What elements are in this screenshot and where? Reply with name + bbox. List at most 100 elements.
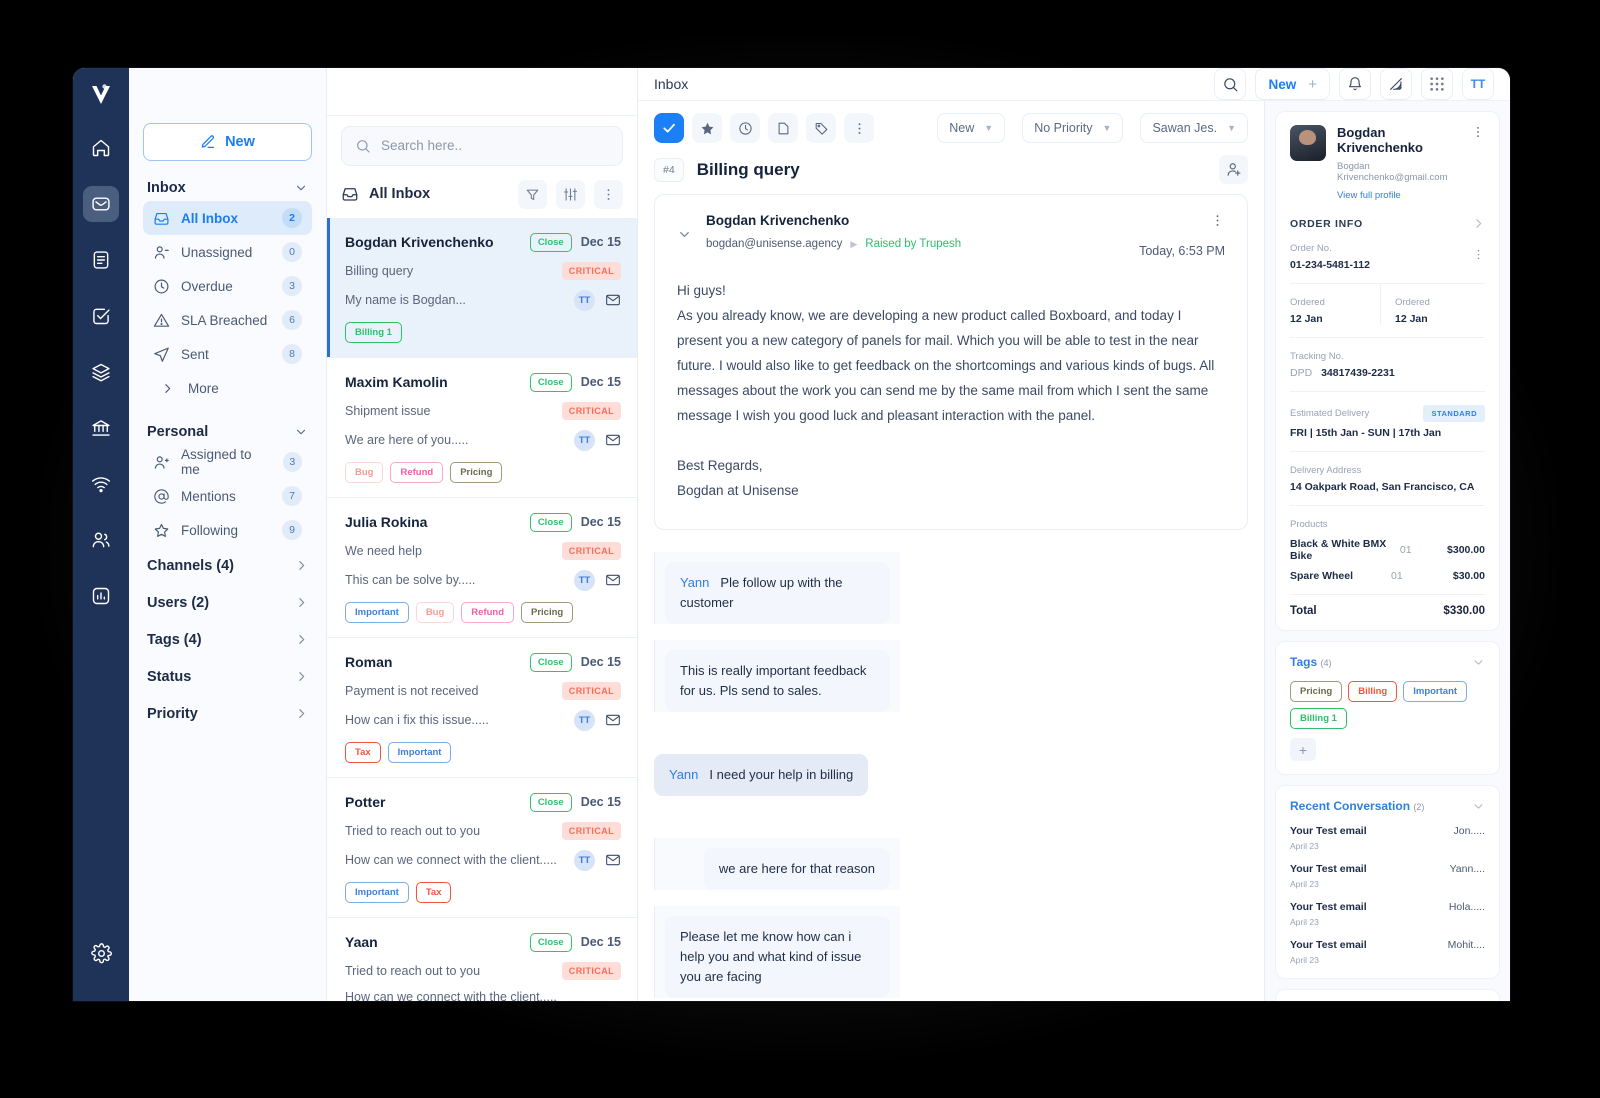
- sidebar-group-inbox-label: Inbox: [147, 180, 186, 196]
- rail-item-layers[interactable]: [83, 354, 119, 390]
- tag[interactable]: Pricing: [1290, 681, 1343, 702]
- rail-item-tasks[interactable]: [83, 298, 119, 334]
- star-button[interactable]: [692, 113, 722, 143]
- conversation-item-4[interactable]: Potter Close Dec 15 Tried to reach out t…: [327, 778, 637, 918]
- search-input[interactable]: [381, 138, 609, 154]
- tag[interactable]: Bug: [345, 461, 384, 483]
- sidebar-section-users[interactable]: Users (2): [143, 584, 312, 621]
- tag[interactable]: Billing 1: [1290, 708, 1347, 729]
- header-avatar[interactable]: TT: [1462, 68, 1494, 100]
- status-badge[interactable]: Close: [529, 512, 572, 532]
- details-panel[interactable]: Bogdan Krivenchenko Bogdan Krivenchenko@…: [1264, 101, 1510, 1001]
- tag[interactable]: Pricing: [521, 601, 574, 623]
- snooze-button[interactable]: [730, 113, 760, 143]
- conversation-item-0[interactable]: Bogdan Krivenchenko Close Dec 15 Billing…: [327, 217, 637, 358]
- header-notifications-button[interactable]: [1339, 68, 1371, 100]
- sidebar-item-following[interactable]: Following 9: [143, 513, 312, 547]
- assignee-dropdown[interactable]: Sawan Jes. ▼: [1140, 113, 1248, 143]
- sort-button[interactable]: [556, 179, 585, 209]
- conversation-items: Bogdan Krivenchenko Close Dec 15 Billing…: [327, 217, 637, 1001]
- assign-user-button[interactable]: [1219, 155, 1248, 184]
- sidebar-item-sent[interactable]: Sent 8: [143, 337, 312, 371]
- search-box[interactable]: [341, 125, 623, 166]
- tags-header[interactable]: Tags (4): [1290, 655, 1485, 669]
- status-badge[interactable]: Close: [529, 232, 572, 252]
- conversation-preview: We are here of you.....: [345, 433, 469, 448]
- rail-item-analytics[interactable]: [83, 578, 119, 614]
- recent-item[interactable]: Your Test email April 23 Yann....: [1290, 863, 1485, 889]
- header-apps-button[interactable]: [1421, 68, 1453, 100]
- list-more-button[interactable]: [594, 179, 623, 209]
- rail-item-bank[interactable]: [83, 410, 119, 446]
- status-dropdown[interactable]: New ▼: [937, 113, 1006, 143]
- sidebar-item-all-inbox[interactable]: All Inbox 2: [143, 201, 312, 235]
- view-full-profile-link[interactable]: View full profile: [1337, 190, 1460, 201]
- order-info-header[interactable]: ORDER INFO: [1290, 217, 1485, 230]
- sidebar-group-personal[interactable]: Personal: [143, 424, 312, 440]
- mail-icon: [605, 572, 621, 588]
- tag[interactable]: Pricing: [450, 461, 503, 483]
- status-badge[interactable]: Close: [529, 932, 572, 952]
- order-more-button[interactable]: [1472, 230, 1485, 261]
- rail-item-wifi[interactable]: [83, 466, 119, 502]
- sidebar-item-sla-breached[interactable]: SLA Breached 6: [143, 303, 312, 337]
- sidebar-group-inbox[interactable]: Inbox: [143, 180, 312, 196]
- header-new-button[interactable]: New +: [1255, 68, 1330, 100]
- tag[interactable]: Important: [345, 601, 409, 623]
- status-badge[interactable]: Close: [529, 652, 572, 672]
- sidebar-section-priority[interactable]: Priority: [143, 695, 312, 732]
- mail-raised-by: Raised by Trupesh: [865, 238, 962, 250]
- add-tag-button[interactable]: +: [1290, 738, 1316, 761]
- sidebar-section-channels[interactable]: Channels (4): [143, 547, 312, 584]
- chevron-down-icon[interactable]: [677, 213, 692, 242]
- tag[interactable]: Important: [1403, 681, 1468, 702]
- mail-more-button[interactable]: [1210, 213, 1225, 228]
- priority-dropdown[interactable]: No Priority ▼: [1022, 113, 1124, 143]
- thread-scroll-area[interactable]: Bogdan Krivenchenko bogdan@unisense.agen…: [638, 194, 1264, 1001]
- list-title-group[interactable]: All Inbox: [341, 185, 509, 203]
- tag[interactable]: Important: [345, 881, 409, 903]
- recent-conversation-header[interactable]: Recent Conversation (2): [1290, 799, 1485, 813]
- tag[interactable]: Bug: [415, 601, 455, 623]
- sidebar-item-mentions[interactable]: Mentions 7: [143, 479, 312, 513]
- sidebar-item-assigned-to-me[interactable]: Assigned to me 3: [143, 445, 312, 479]
- header-search-button[interactable]: [1214, 68, 1247, 100]
- sidebar-section-status[interactable]: Status: [143, 658, 312, 695]
- recent-item[interactable]: Your Test email April 23 Mohit....: [1290, 939, 1485, 965]
- archive-button[interactable]: [768, 113, 798, 143]
- recent-item[interactable]: Your Test email April 23 Hola.....: [1290, 901, 1485, 927]
- sidebar-section-tags[interactable]: Tags (4): [143, 621, 312, 658]
- header-broadcast-button[interactable]: [1380, 68, 1412, 100]
- rail-item-contacts[interactable]: [83, 522, 119, 558]
- notes-card[interactable]: Notes (4): [1275, 989, 1500, 1001]
- tag[interactable]: Tax: [345, 741, 381, 763]
- conversation-item-1[interactable]: Maxim Kamolin Close Dec 15 Shipment issu…: [327, 358, 637, 498]
- tag[interactable]: Billing 1: [345, 321, 402, 343]
- tag[interactable]: Refund: [461, 601, 514, 623]
- rail-item-documents[interactable]: [83, 242, 119, 278]
- contact-more-button[interactable]: [1471, 125, 1485, 201]
- conversation-item-5[interactable]: Yaan Close Dec 15 Tried to reach out to …: [327, 918, 637, 1001]
- rail-item-settings[interactable]: [83, 935, 119, 971]
- recent-item[interactable]: Your Test email April 23 Jon.....: [1290, 825, 1485, 851]
- tag[interactable]: Important: [387, 741, 452, 763]
- app-logo[interactable]: [88, 82, 114, 108]
- tag[interactable]: Tax: [415, 881, 452, 903]
- rail-item-mail[interactable]: [83, 186, 119, 222]
- sidebar-group-personal-label: Personal: [147, 424, 209, 440]
- conversation-item-3[interactable]: Roman Close Dec 15 Payment is not receiv…: [327, 638, 637, 778]
- conversation-item-2[interactable]: Julia Rokina Close Dec 15 We need help C…: [327, 498, 637, 638]
- new-conversation-button[interactable]: New: [143, 123, 312, 161]
- filter-button[interactable]: [518, 179, 547, 209]
- resolve-button[interactable]: [654, 113, 684, 143]
- thread-more-button[interactable]: [844, 113, 874, 143]
- sidebar-item-more[interactable]: More: [143, 371, 312, 405]
- rail-item-home[interactable]: [83, 130, 119, 166]
- tag[interactable]: Refund: [390, 461, 444, 483]
- status-badge[interactable]: Close: [529, 792, 572, 812]
- status-badge[interactable]: Close: [529, 372, 572, 392]
- sidebar-item-unassigned[interactable]: Unassigned 0: [143, 235, 312, 269]
- tag[interactable]: Billing: [1348, 681, 1398, 702]
- tag-button[interactable]: [806, 113, 836, 143]
- sidebar-item-overdue[interactable]: Overdue 3: [143, 269, 312, 303]
